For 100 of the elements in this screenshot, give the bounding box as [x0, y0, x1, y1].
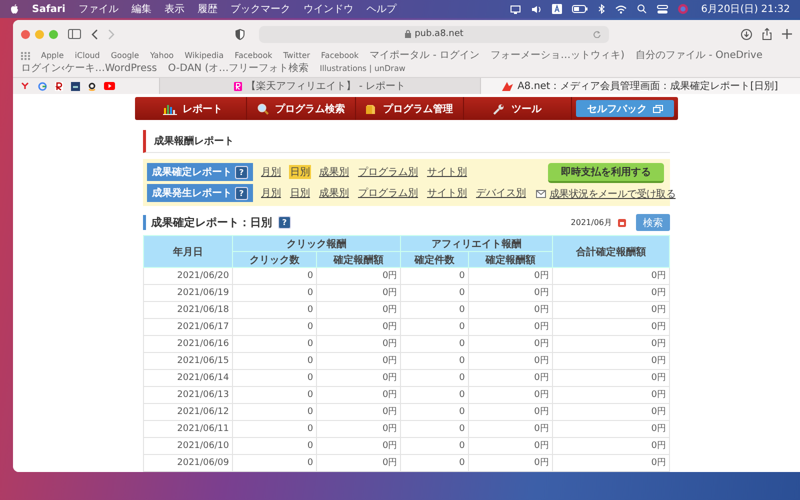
month-field[interactable]: 2021/06月	[566, 215, 630, 230]
monitor-icon[interactable]	[510, 4, 522, 14]
table-cell: 0円	[316, 454, 401, 472]
table-cell: 0	[232, 404, 317, 420]
nav-button[interactable]: ツール	[464, 97, 572, 120]
report-link[interactable]: 日別	[289, 186, 311, 200]
wrench-icon	[493, 102, 506, 114]
table-cell: 0	[400, 404, 468, 420]
help-badge[interactable]: ?	[235, 186, 248, 200]
report-link[interactable]: 日別	[289, 165, 311, 179]
bookmark-link[interactable]: Twitter	[283, 50, 310, 62]
report-link[interactable]: デバイス別	[475, 186, 527, 200]
table-cell: 0円	[468, 284, 552, 302]
sidebar-icon[interactable]	[68, 29, 81, 39]
nav-button[interactable]: プログラム検索	[247, 97, 356, 120]
report-link[interactable]: プログラム別	[357, 165, 419, 179]
close-button[interactable]	[21, 30, 30, 38]
table-cell: 0円	[552, 268, 670, 284]
nav-button[interactable]: プログラム管理	[356, 97, 464, 120]
bookmark-link[interactable]: Wikipedia	[184, 50, 224, 62]
y-logo-icon[interactable]	[21, 82, 30, 90]
back-icon[interactable]	[91, 28, 98, 40]
table-cell: 2021/06/19	[144, 284, 232, 302]
r-logo-icon[interactable]	[55, 82, 63, 90]
table-cell: 0円	[316, 336, 401, 352]
speaker-icon[interactable]	[531, 4, 542, 14]
lock-icon	[404, 30, 411, 38]
privacy-shield-icon[interactable]	[235, 28, 245, 40]
address-bar[interactable]: pub.a8.net	[259, 26, 609, 42]
table-cell: 0円	[468, 386, 552, 404]
g-logo-icon[interactable]	[38, 82, 47, 90]
help-badge[interactable]: ?	[278, 216, 291, 229]
menu-item[interactable]: ファイル	[78, 2, 118, 16]
wifi-icon[interactable]	[615, 4, 628, 14]
table-cell: 0	[400, 438, 468, 454]
column-group-header: クリック報酬	[232, 236, 401, 252]
bookmark-link[interactable]: Yahoo	[150, 50, 174, 62]
bookmark-link[interactable]: iCloud	[74, 50, 100, 62]
apple-logo-icon[interactable]	[10, 4, 19, 14]
menu-item[interactable]: 表示	[164, 2, 184, 16]
report-link[interactable]: サイト別	[426, 165, 468, 179]
new-tab-icon[interactable]	[782, 29, 792, 39]
browser-tab[interactable]: A8.net：メディア会員管理画面：成果確定レポート[日別]	[480, 78, 800, 94]
instant-payment-button[interactable]: 即時支払を利用する	[548, 163, 664, 183]
table-cell: 0円	[552, 454, 670, 472]
table-cell: 0円	[552, 284, 670, 302]
report-link[interactable]: 成果別	[318, 165, 350, 179]
search-icon[interactable]	[637, 4, 648, 14]
menu-item[interactable]: ウインドウ	[303, 2, 354, 16]
table-cell: 0円	[552, 336, 670, 352]
help-badge[interactable]: ?	[235, 166, 248, 178]
bookmark-link[interactable]: O-DAN (オ…フリーフォト検索	[168, 63, 309, 75]
table-cell: 0	[400, 370, 468, 386]
calendar-icon[interactable]	[618, 218, 626, 226]
bookmark-link[interactable]: フォーメーショ…ットウィキ)	[490, 50, 625, 62]
table-cell: 0	[232, 352, 317, 370]
table-cell: 0円	[316, 268, 401, 284]
table-cell: 0	[232, 438, 317, 454]
table-cell: 0円	[468, 420, 552, 438]
report-link[interactable]: プログラム別	[357, 186, 419, 200]
download-icon[interactable]	[741, 28, 752, 40]
menu-item[interactable]: ヘルプ	[366, 2, 396, 16]
report-link[interactable]: サイト別	[426, 186, 468, 200]
clock[interactable]: 6月20日(日) 21:32	[701, 2, 790, 16]
bookmark-link[interactable]: マイポータル - ログイン	[370, 50, 480, 62]
table-cell: 0円	[316, 318, 401, 336]
report-link[interactable]: 月別	[260, 165, 282, 179]
menu-item[interactable]: ブックマーク	[230, 2, 290, 16]
column-header: 確定報酬額	[316, 252, 401, 268]
input-method-icon[interactable]	[552, 4, 562, 14]
table-cell: 0	[400, 386, 468, 404]
report-link[interactable]: 月別	[260, 186, 282, 200]
menu-app-name[interactable]: Safari	[32, 4, 66, 14]
bookmark-link[interactable]: Google	[110, 50, 140, 62]
play-logo-icon[interactable]	[104, 82, 115, 90]
menu-item[interactable]: 編集	[131, 2, 152, 16]
email-link[interactable]: 成果状況をメールで受け取る	[549, 187, 676, 201]
bookmark-link[interactable]: ログイン‹ケーキ…WordPress	[21, 63, 158, 75]
table-cell: 0	[400, 336, 468, 352]
bookmark-link[interactable]: Facebook	[321, 50, 359, 62]
bookmark-link[interactable]: Facebook	[234, 50, 272, 62]
table-cell: 0円	[552, 420, 670, 438]
bookmark-link[interactable]: Apple	[41, 50, 64, 62]
battery-icon[interactable]	[572, 5, 588, 13]
share-icon[interactable]	[762, 28, 772, 40]
bar-chart-icon	[162, 102, 177, 114]
menu-item[interactable]: 履歴	[197, 2, 218, 16]
bookmark-link[interactable]: 自分のファイル - OneDrive	[636, 50, 763, 62]
table-cell: 2021/06/12	[144, 404, 232, 420]
square-logo-icon[interactable]	[71, 82, 80, 90]
nav-button[interactable]: レポート	[139, 97, 248, 120]
table-cell: 0円	[552, 302, 670, 318]
table-cell: 0	[232, 302, 317, 318]
bluetooth-icon[interactable]	[598, 4, 606, 14]
table-cell: 0	[400, 268, 468, 284]
control-center-icon[interactable]	[657, 4, 668, 14]
report-link[interactable]: 成果別	[318, 186, 350, 200]
table-cell: 0円	[468, 454, 552, 472]
bookmark-link[interactable]: Illustrations | unDraw	[320, 63, 406, 75]
table-cell: 0	[232, 284, 317, 302]
